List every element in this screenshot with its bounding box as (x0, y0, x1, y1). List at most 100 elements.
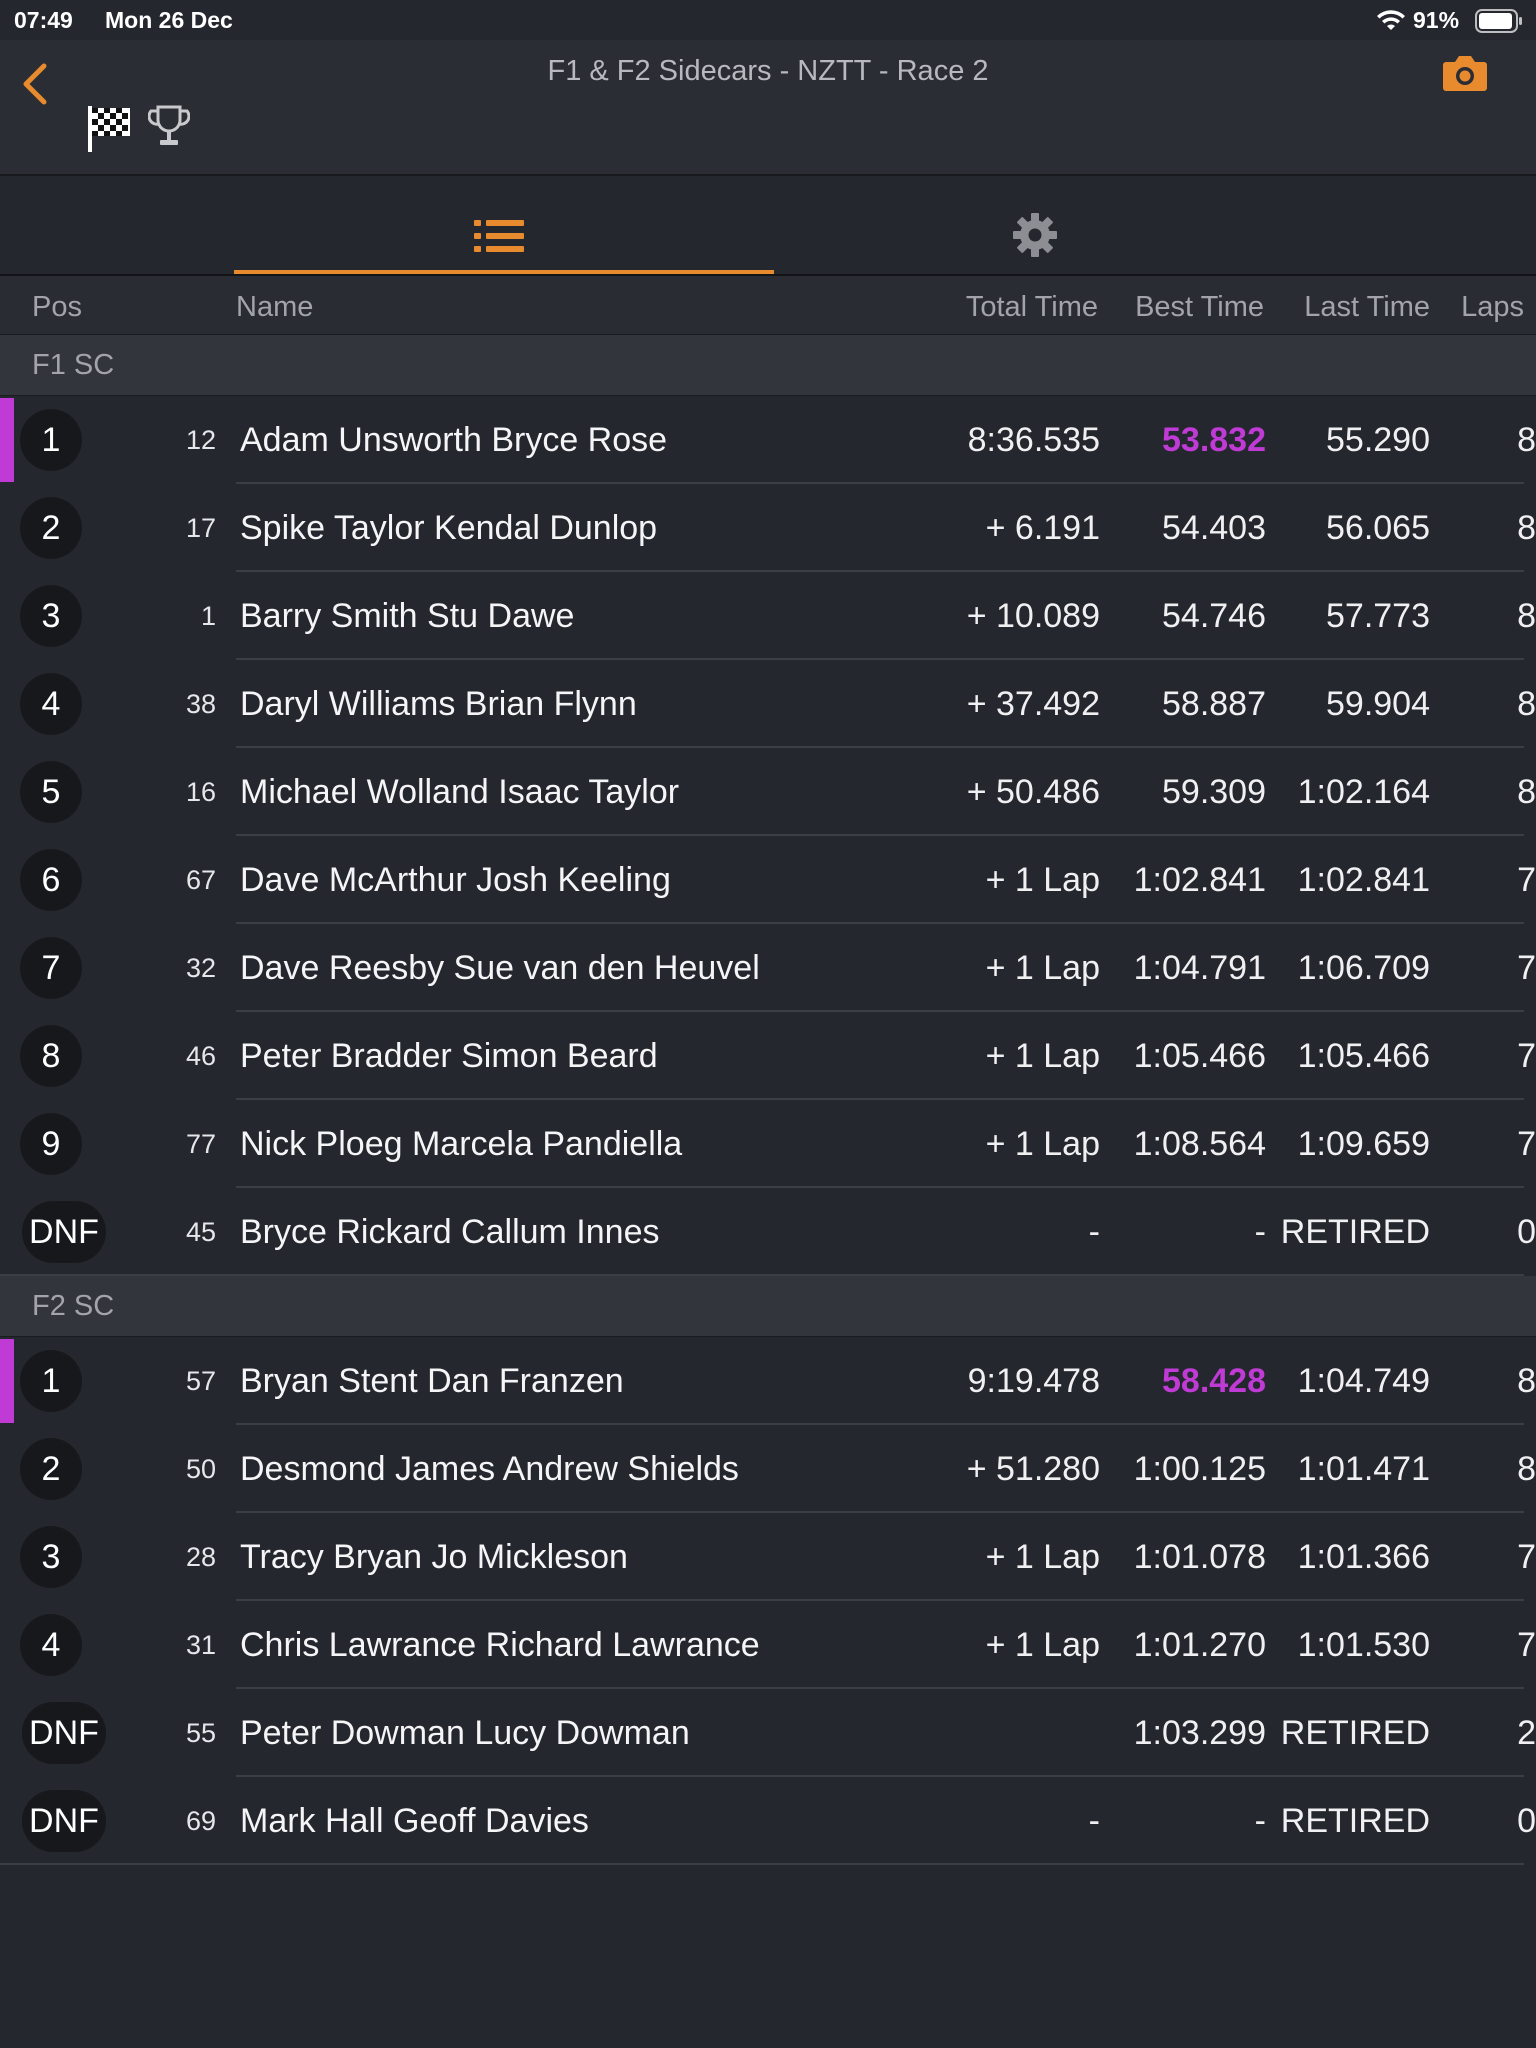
column-header-pos[interactable]: Pos (32, 291, 82, 324)
table-row[interactable]: 1 12 Adam Unsworth Bryce Rose 8:36.535 53.83… (0, 396, 1536, 484)
wifi-icon (1376, 10, 1406, 38)
tab-settings[interactable] (774, 176, 1294, 274)
rider-names: Adam Unsworth Bryce Rose (240, 421, 668, 459)
best-time: 1:01.078 (1133, 1538, 1266, 1576)
best-time: 1:00.125 (1133, 1450, 1266, 1488)
rider-names: Barry Smith Stu Dawe (240, 597, 575, 635)
table-row[interactable]: 9 77 Nick Ploeg Marcela Pandiella + 1 Lap 1:… (0, 1100, 1536, 1188)
last-time: RETIRED (1280, 1213, 1430, 1251)
group-title: F2 SC (32, 1290, 115, 1322)
race-number: 45 (185, 1217, 216, 1247)
table-row[interactable]: 3 1 Barry Smith Stu Dawe + 10.089 54.746 57.7… (0, 572, 1536, 660)
table-row[interactable]: 2 50 Desmond James Andrew Shields + 51.280 1… (0, 1425, 1536, 1513)
last-time: 57.773 (1326, 597, 1430, 635)
group-title: F1 SC (32, 349, 115, 381)
total-time: + 10.089 (966, 597, 1100, 635)
race-number: 12 (185, 425, 216, 455)
camera-icon[interactable] (1442, 54, 1488, 97)
best-time: 1:01.270 (1133, 1626, 1266, 1664)
best-time: - (1254, 1802, 1266, 1840)
race-number: 50 (185, 1454, 216, 1484)
position-badge: 9 (20, 1113, 82, 1175)
table-row[interactable]: 4 31 Chris Lawrance Richard Lawrance + 1 La… (0, 1601, 1536, 1689)
total-time: 8:36.535 (967, 421, 1100, 459)
tab-list[interactable] (234, 176, 774, 274)
rider-names: Bryan Stent Dan Franzen (240, 1362, 624, 1400)
rider-names: Chris Lawrance Richard Lawrance (240, 1626, 760, 1664)
total-time: - (1088, 1213, 1100, 1251)
group-header: F1 SC (0, 335, 1536, 396)
column-header-name[interactable]: Name (236, 291, 313, 324)
table-row[interactable]: 8 46 Peter Bradder Simon Beard + 1 Lap 1:05.… (0, 1012, 1536, 1100)
laps-count: 2 (1517, 1714, 1536, 1752)
position-badge: 4 (20, 1614, 82, 1676)
laps-count: 7 (1517, 1626, 1536, 1664)
race-number: 1 (200, 601, 216, 631)
table-row[interactable]: DNF 45 Bryce Rickard Callum Innes - - RETIRED… (0, 1188, 1536, 1276)
race-number: 17 (185, 513, 216, 543)
table-row[interactable]: 2 17 Spike Taylor Kendal Dunlop + 6.191 54.4… (0, 484, 1536, 572)
race-number: 55 (185, 1718, 216, 1748)
position-badge: 2 (20, 1438, 82, 1500)
laps-count: 0 (1517, 1802, 1536, 1840)
last-time: 1:06.709 (1297, 949, 1430, 987)
laps-count: 7 (1517, 949, 1536, 987)
position-badge: 7 (20, 937, 82, 999)
position-badge: 4 (20, 673, 82, 735)
total-time: + 51.280 (966, 1450, 1100, 1488)
column-header-total-time[interactable]: Total Time (966, 291, 1098, 324)
rider-names: Peter Dowman Lucy Dowman (240, 1714, 690, 1752)
rider-names: Michael Wolland Isaac Taylor (240, 773, 680, 811)
column-header-last-time[interactable]: Last Time (1304, 291, 1430, 324)
leader-marker (0, 398, 14, 482)
best-time: 58.887 (1162, 685, 1266, 723)
rider-names: Tracy Bryan Jo Mickleson (240, 1538, 628, 1576)
results-table: F1 SC 1 12 Adam Unsworth Bryce Rose 8:36.535… (0, 335, 1536, 1865)
checkered-flag-icon[interactable] (86, 102, 132, 159)
total-time: + 1 Lap (985, 1538, 1100, 1576)
race-number: 38 (185, 689, 216, 719)
race-number: 57 (185, 1366, 216, 1396)
rider-names: Dave Reesby Sue van den Heuvel (240, 949, 760, 987)
total-time: + 1 Lap (985, 1626, 1100, 1664)
total-time: + 37.492 (966, 685, 1100, 723)
status-bar: 07:49 Mon 26 Dec 91% (0, 0, 1536, 40)
race-number: 16 (185, 777, 216, 807)
race-number: 32 (185, 953, 216, 983)
active-tab-indicator (234, 270, 774, 274)
race-number: 67 (185, 865, 216, 895)
race-number: 69 (185, 1806, 216, 1836)
position-badge: DNF (22, 1702, 106, 1764)
best-time: - (1254, 1213, 1266, 1251)
table-row[interactable]: 5 16 Michael Wolland Isaac Taylor + 50.486 5… (0, 748, 1536, 836)
last-time: RETIRED (1280, 1714, 1430, 1752)
trophy-icon[interactable] (147, 104, 191, 155)
best-time: 1:05.466 (1133, 1037, 1266, 1075)
column-header-laps[interactable]: Laps (1461, 291, 1524, 324)
table-row[interactable]: 7 32 Dave Reesby Sue van den Heuvel + 1 Lap… (0, 924, 1536, 1012)
table-row[interactable]: DNF 69 Mark Hall Geoff Davies - - RETIRED 0 (0, 1777, 1536, 1865)
total-time: + 1 Lap (985, 1125, 1100, 1163)
tab-bar (0, 176, 1536, 276)
rider-names: Bryce Rickard Callum Innes (240, 1213, 660, 1251)
best-time: 54.746 (1162, 597, 1266, 635)
last-time: 1:02.841 (1297, 861, 1430, 899)
leader-marker (0, 1339, 14, 1423)
laps-count: 8 (1517, 1450, 1536, 1488)
best-time: 58.428 (1162, 1362, 1266, 1400)
column-header-best-time[interactable]: Best Time (1135, 291, 1264, 324)
race-number: 31 (185, 1630, 216, 1660)
battery-percentage: 91% (1413, 7, 1460, 33)
gear-icon (1013, 213, 1057, 257)
laps-count: 0 (1517, 1213, 1536, 1251)
last-time: 59.904 (1326, 685, 1430, 723)
last-time: 1:01.530 (1297, 1626, 1430, 1664)
laps-count: 7 (1517, 861, 1536, 899)
position-badge: 8 (20, 1025, 82, 1087)
last-time: 1:01.366 (1297, 1538, 1430, 1576)
table-row[interactable]: DNF 55 Peter Dowman Lucy Dowman 1:03.299 RET… (0, 1689, 1536, 1777)
table-row[interactable]: 3 28 Tracy Bryan Jo Mickleson + 1 Lap 1:01.0… (0, 1513, 1536, 1601)
table-row[interactable]: 1 57 Bryan Stent Dan Franzen 9:19.478 58.428… (0, 1337, 1536, 1425)
table-row[interactable]: 4 38 Daryl Williams Brian Flynn + 37.492 58.… (0, 660, 1536, 748)
table-row[interactable]: 6 67 Dave McArthur Josh Keeling + 1 Lap 1:02… (0, 836, 1536, 924)
